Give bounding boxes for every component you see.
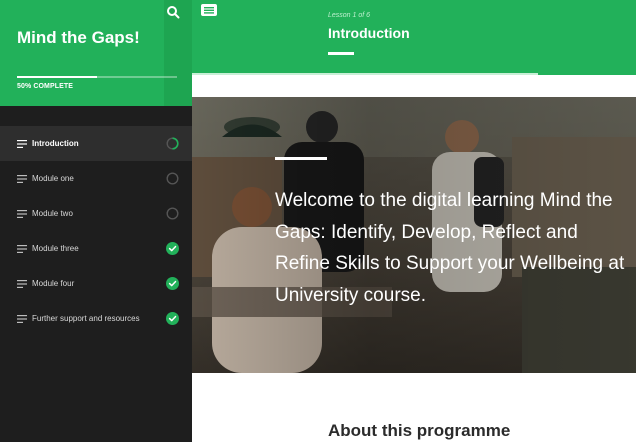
lesson-list-icon [17, 210, 27, 218]
not-started-ring-icon [166, 207, 179, 220]
sidebar-item-label: Module three [32, 244, 79, 253]
course-progress-fill [17, 76, 97, 78]
in-progress-ring-icon [166, 137, 179, 150]
sidebar-item-module-three[interactable]: Module three [0, 231, 192, 266]
hamburger-menu-icon[interactable] [200, 3, 218, 17]
lesson-nav-list: Introduction Module one Module two Module t… [0, 126, 192, 336]
sidebar-item-label: Module two [32, 209, 73, 218]
lesson-header [192, 0, 636, 75]
lesson-list-icon [17, 245, 27, 253]
sidebar-item-label: Module one [32, 174, 74, 183]
complete-check-icon [166, 277, 179, 290]
hero-welcome-text: Welcome to the digital learning Mind the… [275, 190, 625, 306]
course-page: Mind the Gaps! 50% COMPLETE Introduction… [0, 0, 636, 442]
sidebar-item-introduction[interactable]: Introduction [0, 126, 192, 161]
sidebar-item-module-four[interactable]: Module four [0, 266, 192, 301]
lesson-counter: Lesson 1 of 6 [328, 12, 371, 19]
about-programme-heading: About this programme [328, 421, 511, 440]
course-sidebar: Mind the Gaps! 50% COMPLETE Introduction… [0, 0, 192, 442]
sidebar-header: Mind the Gaps! 50% COMPLETE [0, 0, 192, 106]
sidebar-item-further-support-and-resources[interactable]: Further support and resources [0, 301, 192, 336]
lesson-list-icon [17, 175, 27, 183]
lesson-title-underline [328, 52, 354, 55]
sidebar-item-module-one[interactable]: Module one [0, 161, 192, 196]
course-progress-bar [17, 76, 177, 78]
not-started-ring-icon [166, 172, 179, 185]
sidebar-item-label: Further support and resources [32, 314, 140, 323]
search-icon[interactable] [164, 4, 182, 20]
lesson-title: Introduction [328, 25, 410, 41]
course-title: Mind the Gaps! [17, 28, 140, 47]
header-gap [192, 75, 636, 97]
complete-check-icon [166, 312, 179, 325]
complete-check-icon [166, 242, 179, 255]
lesson-list-icon [17, 140, 27, 148]
lesson-list-icon [17, 315, 27, 323]
sidebar-item-label: Module four [32, 279, 75, 288]
hero-accent-dash [275, 157, 327, 160]
lesson-list-icon [17, 280, 27, 288]
course-progress-label: 50% COMPLETE [17, 83, 74, 90]
sidebar-item-label: Introduction [32, 139, 79, 148]
sidebar-item-module-two[interactable]: Module two [0, 196, 192, 231]
